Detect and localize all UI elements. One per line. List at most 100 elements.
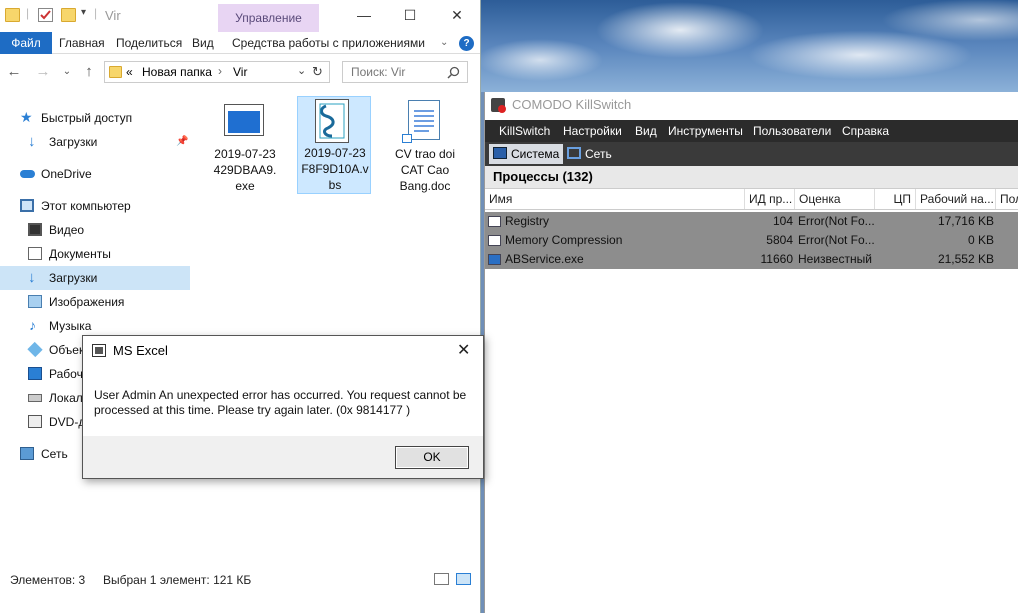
column-cpu[interactable]: ЦП [875, 189, 916, 209]
menu-users[interactable]: Пользователи [753, 120, 831, 142]
manage-contextual-tab[interactable]: Управление [218, 4, 319, 32]
item-count: Элементов: 3 [10, 573, 86, 587]
menu-help[interactable]: Справка [842, 120, 889, 142]
column-rating[interactable]: Оценка [795, 189, 875, 209]
up-arrow-icon[interactable]: ↑ [80, 63, 98, 81]
tab-network[interactable]: Сеть [563, 144, 616, 164]
address-segment[interactable]: Новая папка [142, 65, 212, 79]
tab-app-tools[interactable]: Средства работы с приложениями [226, 32, 431, 54]
monitor-icon [493, 147, 507, 159]
tab-file[interactable]: Файл [0, 32, 52, 54]
search-input[interactable]: Поиск: Vir [342, 61, 468, 83]
window-title: Vir [105, 8, 121, 23]
recent-chevron-icon[interactable]: ⌄ [58, 63, 76, 81]
refresh-icon[interactable]: ↻ [312, 64, 323, 80]
tab-system[interactable]: Система [489, 144, 564, 164]
table-row[interactable]: ABService.exe 11660 Неизвестный 21,552 K… [485, 250, 1018, 269]
documents-icon [28, 247, 42, 260]
network-icon [567, 147, 581, 159]
help-icon[interactable]: ? [459, 36, 474, 51]
column-pid[interactable]: ИД пр... [745, 189, 795, 209]
status-bar: Элементов: 3 Выбран 1 элемент: 121 КБ [0, 570, 480, 590]
separator: | [26, 6, 30, 20]
close-button[interactable]: ✕ [434, 0, 480, 30]
sidebar-item-downloads[interactable]: ↓ Загрузки [0, 266, 190, 290]
music-icon: ♪ [29, 317, 36, 333]
sidebar-item-documents[interactable]: Документы [0, 242, 190, 266]
address-segment[interactable]: Vir [233, 65, 247, 79]
address-bar[interactable]: « Новая папка › Vir ⌄ ↻ [104, 61, 330, 83]
file-item[interactable]: CV trao doi CAT Cao Bang.doc [388, 96, 462, 194]
selection-info: Выбран 1 элемент: 121 КБ [103, 573, 252, 587]
sidebar-item-label: Видео [49, 223, 85, 237]
file-item[interactable]: 2019-07-23 429DBAA9. exe [208, 96, 282, 194]
pin-icon[interactable]: 📌 [176, 130, 188, 154]
maximize-button[interactable]: ☐ [387, 0, 433, 30]
forward-arrow-icon[interactable]: → [34, 63, 52, 81]
menu-killswitch[interactable]: KillSwitch [499, 120, 550, 142]
navigation-pane: ★ Быстрый доступ ↓ Загрузки 📌 OneDrive Э… [0, 98, 190, 568]
tab-share[interactable]: Поделиться [110, 32, 188, 54]
large-icons-view-icon[interactable] [456, 573, 471, 585]
shortcut-arrow-icon [402, 134, 412, 143]
table-row[interactable]: Registry 104 Error(Not Fo... 17,716 KB [485, 212, 1018, 231]
process-rating: Неизвестный [798, 252, 872, 266]
file-item[interactable]: 2019-07-23 F8F9D10A.v bs [297, 96, 371, 194]
tab-label: Сеть [585, 147, 612, 161]
sidebar-item-this-pc[interactable]: Этот компьютер [0, 194, 190, 218]
process-icon [488, 235, 501, 246]
process-table-header: Имя ИД пр... Оценка ЦП Рабочий на... Пол [485, 188, 1018, 210]
address-overflow[interactable]: « [126, 65, 133, 79]
folder-icon [5, 8, 20, 22]
menu-view[interactable]: Вид [635, 120, 657, 142]
sidebar-item-downloads-pinned[interactable]: ↓ Загрузки 📌 [0, 130, 190, 154]
processes-header: Процессы (132) [485, 166, 1018, 188]
column-name[interactable]: Имя [485, 189, 745, 209]
sidebar-item-label: Документы [49, 247, 111, 261]
details-view-icon[interactable] [434, 573, 449, 585]
chevron-right-icon[interactable]: › [218, 64, 222, 78]
chevron-down-icon[interactable]: ⌄ [297, 64, 306, 77]
ribbon-tabs: Файл Главная Поделиться Вид Средства раб… [0, 32, 480, 54]
column-working-set[interactable]: Рабочий на... [916, 189, 996, 209]
process-name: Memory Compression [505, 233, 623, 247]
download-icon: ↓ [28, 269, 36, 286]
folder-icon [109, 66, 122, 78]
sidebar-item-pictures[interactable]: Изображения [0, 290, 190, 314]
close-button[interactable]: ✕ [457, 340, 470, 360]
star-icon: ★ [20, 109, 33, 125]
window-title: COMODO KillSwitch [512, 97, 632, 112]
menu-settings[interactable]: Настройки [563, 120, 622, 142]
file-name: 2019-07-23 F8F9D10A.v bs [301, 146, 369, 192]
dialog-title: MS Excel [113, 343, 168, 358]
table-row[interactable]: Memory Compression 5804 Error(Not Fo... … [485, 231, 1018, 250]
ok-button[interactable]: OK [395, 446, 469, 469]
dvd-icon [28, 415, 42, 428]
properties-icon[interactable] [38, 8, 53, 22]
desktop-wallpaper [480, 0, 1018, 92]
process-pid: 5804 [766, 233, 793, 247]
tab-view[interactable]: Вид [186, 32, 220, 54]
column-more[interactable]: Пол [996, 189, 1018, 209]
chevron-down-icon[interactable]: ⌄ [434, 32, 454, 54]
new-folder-icon[interactable] [61, 8, 76, 22]
menu-tools[interactable]: Инструменты [668, 120, 743, 142]
sidebar-item-label: Изображения [49, 295, 125, 309]
process-working-set: 17,716 KB [937, 214, 994, 228]
3d-objects-icon [27, 341, 43, 358]
search-icon [447, 66, 460, 79]
chevron-down-icon[interactable]: ▾ [81, 7, 86, 18]
sidebar-item-video[interactable]: Видео [0, 218, 190, 242]
sidebar-item-label: Этот компьютер [41, 199, 131, 213]
cloud-icon [20, 170, 35, 178]
process-working-set: 0 KB [967, 233, 994, 247]
back-arrow-icon[interactable]: ← [5, 63, 23, 81]
doc-icon [408, 100, 440, 140]
tab-home[interactable]: Главная [53, 32, 111, 54]
sidebar-item-label: OneDrive [41, 167, 92, 181]
sidebar-item-quick-access[interactable]: ★ Быстрый доступ [0, 106, 190, 130]
process-pid: 11660 [760, 252, 793, 266]
minimize-button[interactable]: — [341, 0, 387, 30]
process-icon [488, 216, 501, 227]
sidebar-item-onedrive[interactable]: OneDrive [0, 162, 190, 186]
